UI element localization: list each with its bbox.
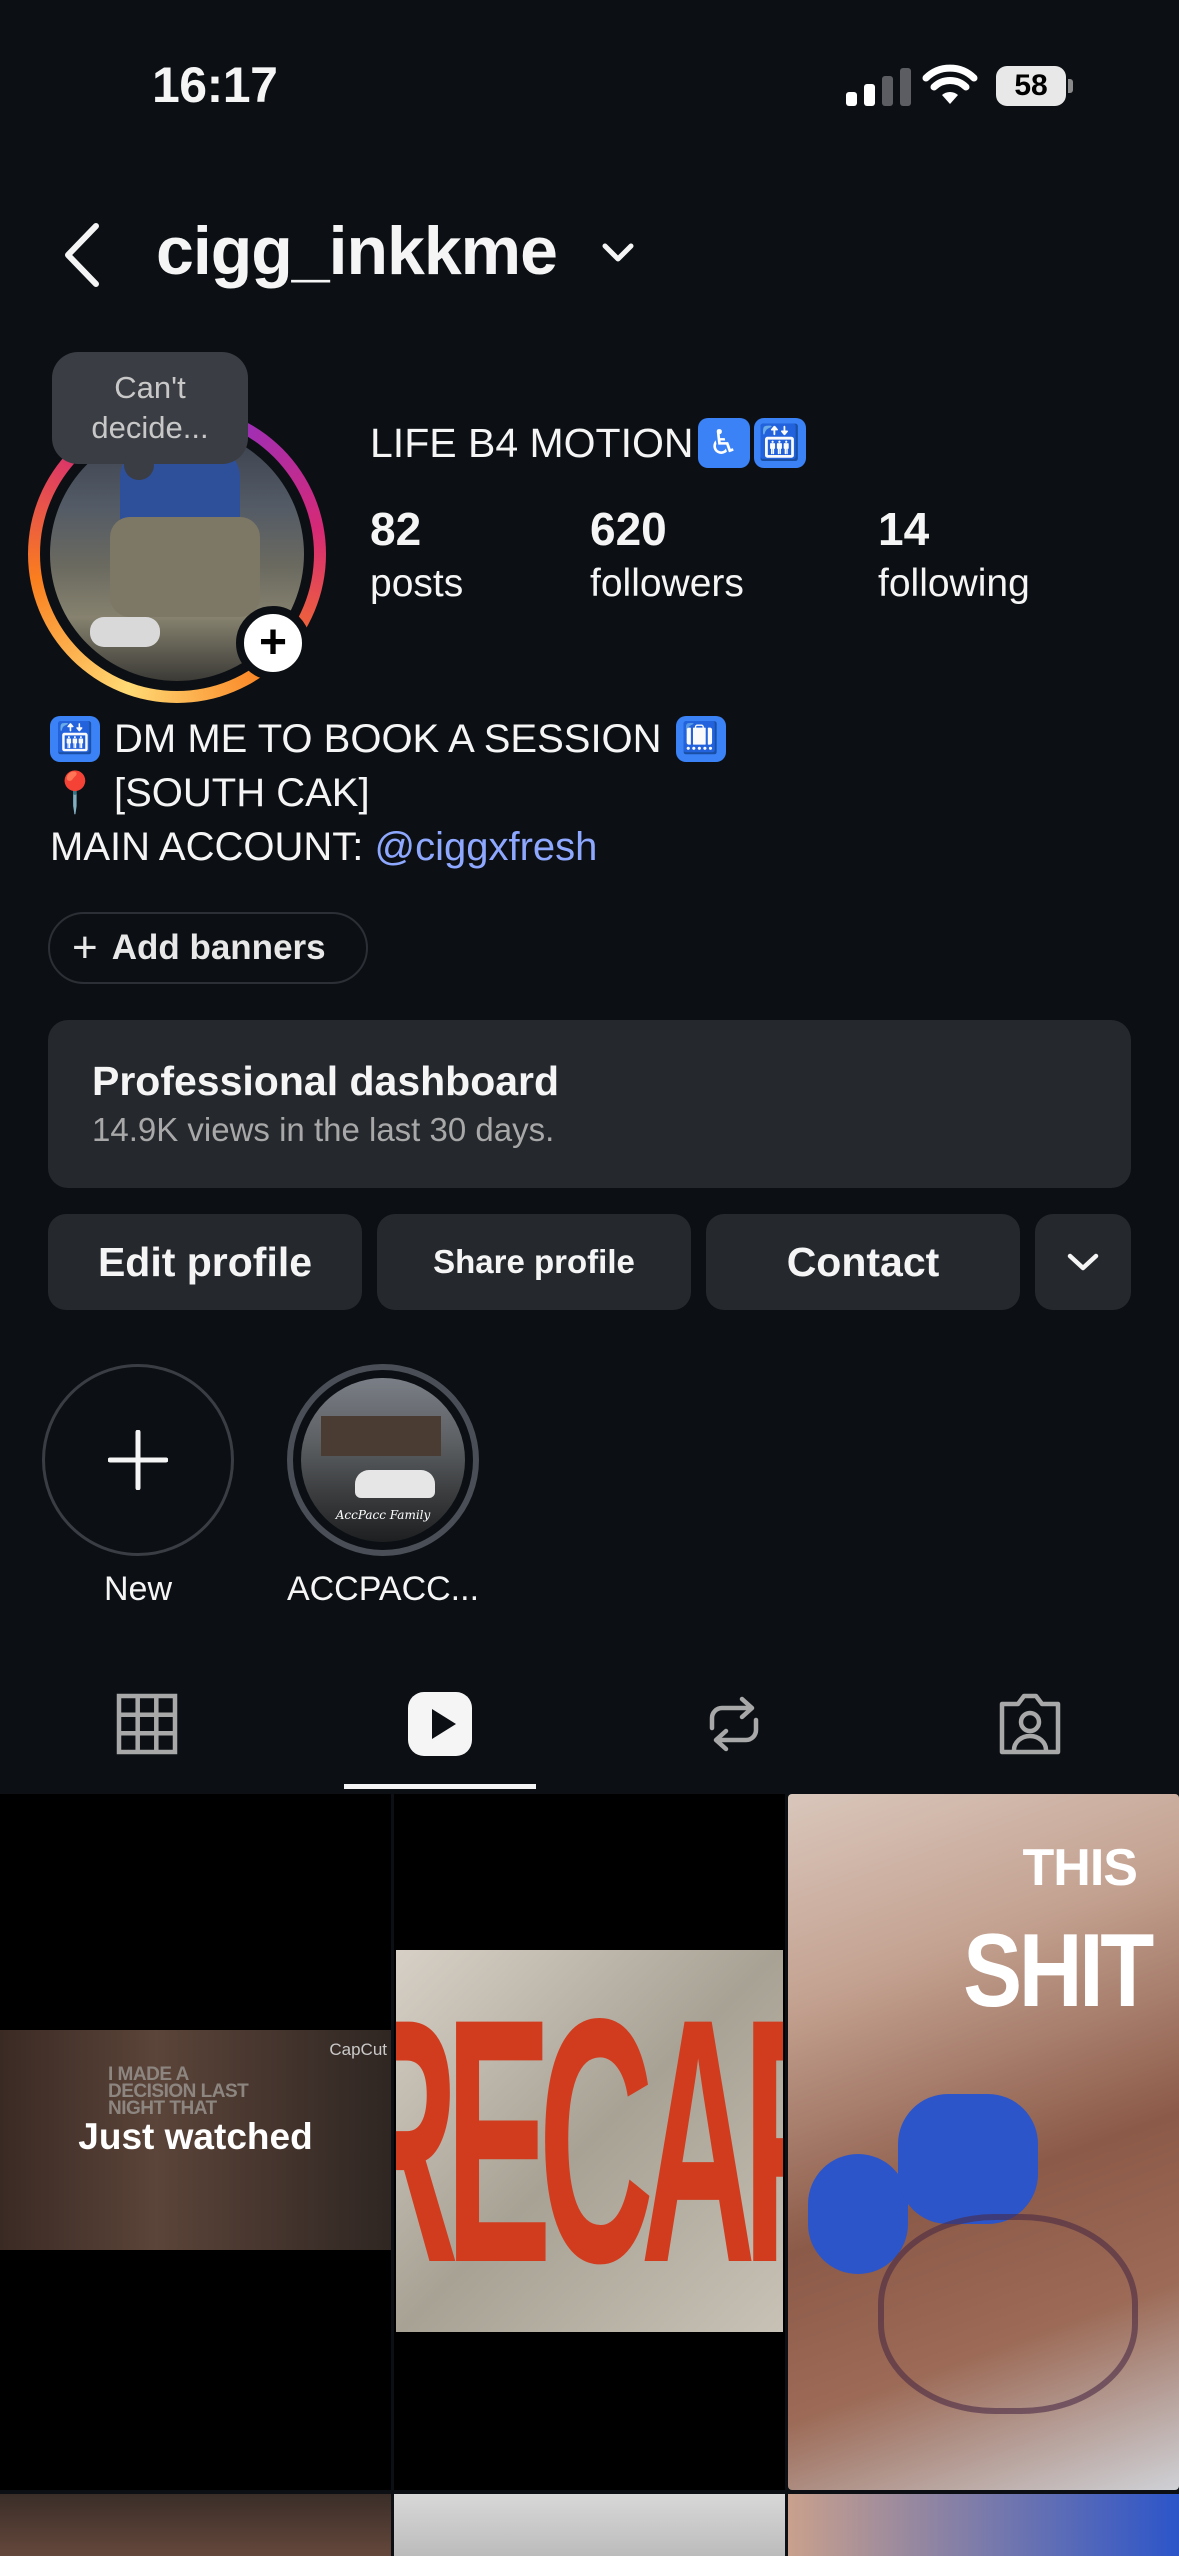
reel-thumbnail[interactable]: THIS SHIT bbox=[788, 1794, 1179, 2490]
bio-line-1-text: DM ME TO BOOK A SESSION bbox=[114, 717, 662, 761]
chevron-down-icon[interactable] bbox=[600, 240, 636, 266]
note-bubble[interactable]: Can't decide... bbox=[52, 352, 248, 480]
professional-dashboard-card[interactable]: Professional dashboard 14.9K views in th… bbox=[48, 1020, 1131, 1188]
display-name: LIFE B4 MOTION ♿ 🛗 bbox=[370, 418, 806, 468]
plus-icon bbox=[108, 1430, 168, 1490]
wifi-icon bbox=[922, 64, 978, 104]
dashboard-title: Professional dashboard bbox=[92, 1058, 560, 1104]
plus-icon: + bbox=[72, 923, 98, 972]
add-banners-label: Add banners bbox=[111, 928, 326, 967]
just-watched-label: Just watched bbox=[78, 2116, 313, 2157]
stat-followers-label: followers bbox=[590, 562, 744, 605]
back-arrow-icon[interactable] bbox=[60, 222, 104, 288]
highlight-cover-image: AccPacc Family bbox=[301, 1378, 465, 1542]
reel-thumbnail[interactable] bbox=[788, 2494, 1179, 2556]
stat-followers-value: 620 bbox=[590, 503, 667, 555]
profile-username[interactable]: cigg_inkkme bbox=[156, 212, 558, 290]
stat-followers[interactable]: 620 followers bbox=[590, 502, 744, 606]
stat-following[interactable]: 14 following bbox=[878, 502, 1030, 606]
stat-posts[interactable]: 82 posts bbox=[370, 502, 463, 606]
elevator-emoji: 🛗 bbox=[50, 716, 100, 762]
active-tab-indicator bbox=[344, 1784, 536, 1789]
battery-icon: 58 bbox=[996, 66, 1074, 106]
reel-overlay-text-1: THIS bbox=[1022, 1839, 1138, 1897]
baggage-emoji: 🛄 bbox=[675, 716, 726, 762]
bio-line-2-text: [SOUTH CAK] bbox=[114, 771, 370, 815]
add-story-button[interactable]: + bbox=[236, 606, 310, 680]
note-text-line1: Can't bbox=[114, 370, 186, 405]
stat-posts-value: 82 bbox=[370, 503, 422, 555]
recap-title: RECAP bbox=[396, 1950, 783, 2332]
reel-thumbnail[interactable] bbox=[0, 2494, 391, 2556]
reels-icon[interactable] bbox=[406, 1690, 474, 1758]
suggested-accounts-button[interactable] bbox=[1035, 1214, 1131, 1310]
stat-following-value: 14 bbox=[878, 503, 930, 555]
dashboard-subtitle: 14.9K views in the last 30 days. bbox=[92, 1111, 555, 1148]
share-profile-button[interactable]: Share profile bbox=[377, 1214, 691, 1310]
edit-profile-button[interactable]: Edit profile bbox=[48, 1214, 362, 1310]
main-account-mention-link[interactable]: @ciggxfresh bbox=[374, 820, 597, 874]
add-banners-button[interactable]: + Add banners bbox=[48, 912, 368, 984]
battery-level: 58 bbox=[1014, 69, 1048, 102]
reposts-icon[interactable] bbox=[700, 1690, 768, 1758]
cellular-signal-icon bbox=[846, 68, 911, 106]
reel-thumbnail[interactable]: RECAP bbox=[394, 1794, 785, 2490]
bio-line-1: 🛗 DM ME TO BOOK A SESSION 🛄 bbox=[50, 712, 726, 766]
contact-button[interactable]: Contact bbox=[706, 1214, 1020, 1310]
bio-line-3-prefix: MAIN ACCOUNT: bbox=[50, 825, 375, 869]
note-text-line2: decide... bbox=[91, 410, 209, 445]
tagged-icon[interactable] bbox=[996, 1690, 1064, 1758]
highlight-label-new: New bbox=[103, 1570, 173, 1608]
new-highlight-button[interactable] bbox=[42, 1364, 234, 1556]
pin-emoji: 📍 bbox=[50, 771, 100, 815]
reel-thumbnail[interactable]: I MADE A DECISION LAST NIGHT THAT CapCut… bbox=[0, 1794, 391, 2490]
elevator-emoji: 🛗 bbox=[753, 418, 806, 468]
bio: 🛗 DM ME TO BOOK A SESSION 🛄 📍 [SOUTH CAK… bbox=[50, 712, 726, 874]
stat-following-label: following bbox=[878, 562, 1030, 605]
accessibility-emoji: ♿ bbox=[697, 418, 750, 468]
reel-thumbnail[interactable] bbox=[394, 2494, 785, 2556]
status-time: 16:17 bbox=[152, 57, 278, 113]
highlight-cover-text: AccPacc Family bbox=[335, 1508, 431, 1522]
grid-icon[interactable] bbox=[113, 1690, 181, 1758]
reel-overlay-text-2: SHIT bbox=[963, 1913, 1154, 2029]
reel-caption-text: I MADE A DECISION LAST NIGHT THAT bbox=[108, 2064, 249, 2119]
highlight-label-accpacc: ACCPACC... bbox=[286, 1570, 480, 1608]
chevron-down-icon bbox=[1067, 1253, 1099, 1271]
bio-line-2: 📍 [SOUTH CAK] bbox=[50, 766, 726, 820]
stat-posts-label: posts bbox=[370, 562, 464, 605]
bio-line-3: MAIN ACCOUNT: @ciggxfresh bbox=[50, 820, 726, 874]
highlight-accpacc[interactable]: AccPacc Family bbox=[287, 1364, 479, 1556]
capcut-watermark: CapCut bbox=[329, 2040, 387, 2059]
reel-thumbnail-image: RECAP bbox=[396, 1950, 783, 2332]
display-name-text: LIFE B4 MOTION bbox=[370, 419, 694, 466]
